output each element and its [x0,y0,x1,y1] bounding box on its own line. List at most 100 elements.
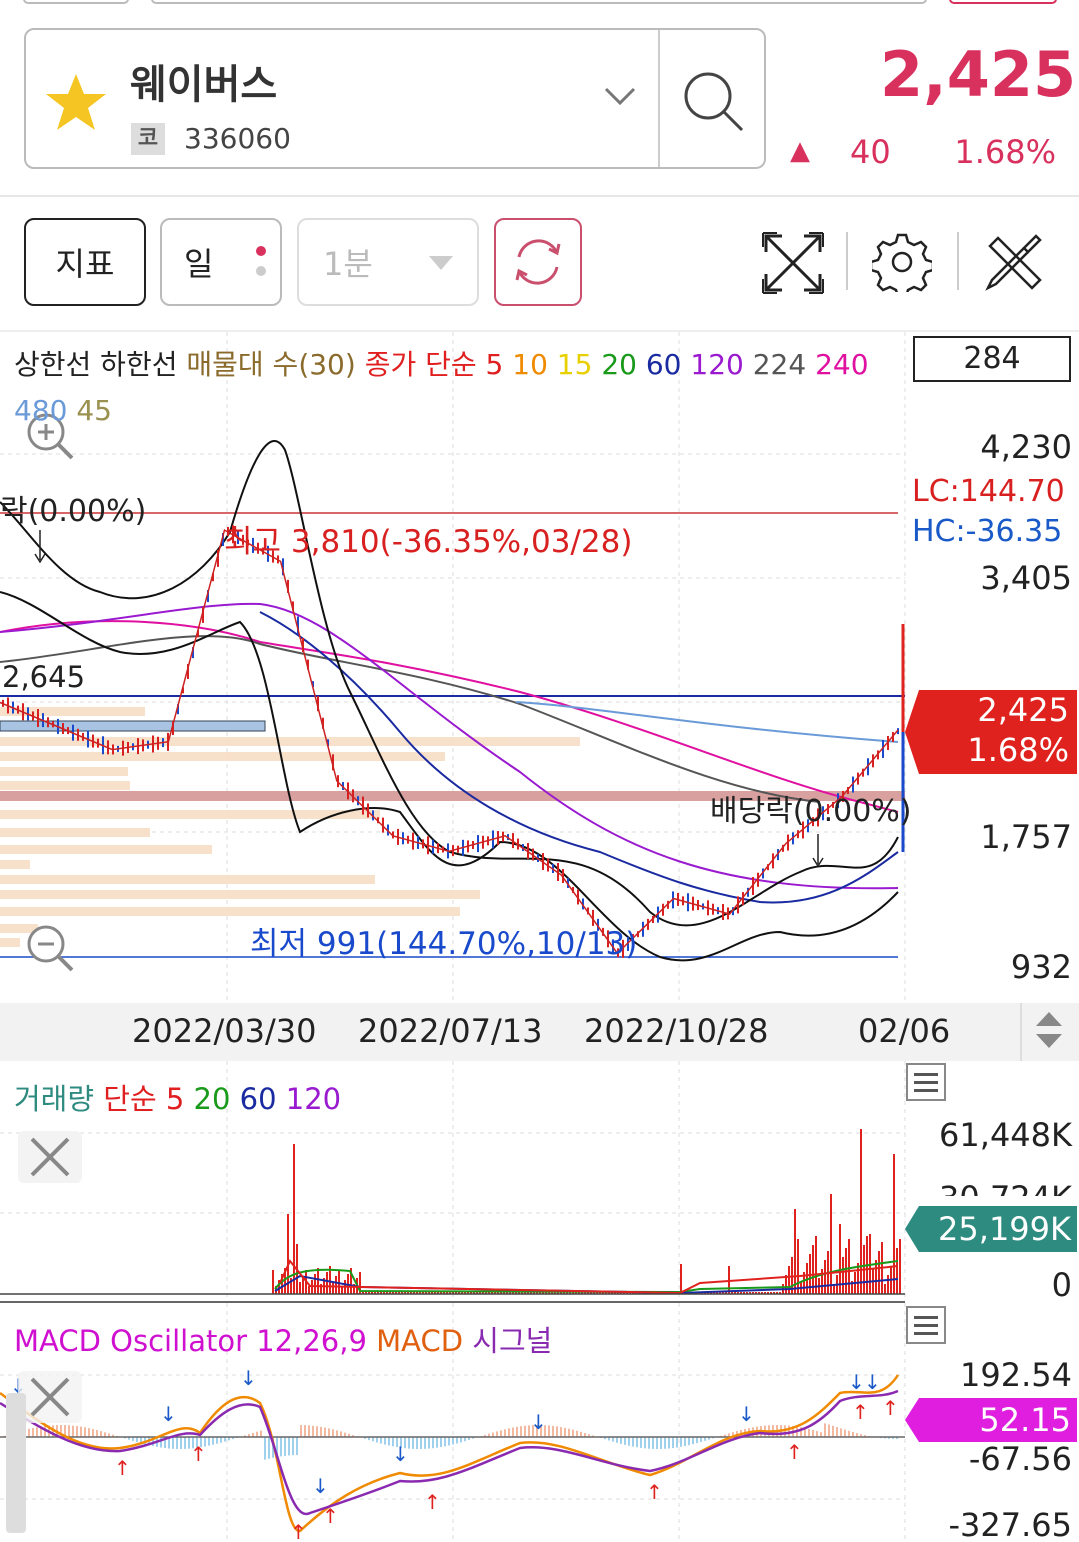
star-icon[interactable] [44,72,108,132]
date-label: 2022/07/13 [358,1012,543,1050]
oscillator-bar [304,1425,306,1437]
oscillator-bar [648,1437,650,1449]
tools-icon[interactable] [984,232,1044,292]
top-strip [23,0,1057,4]
date-label: 02/06 [858,1012,951,1050]
oscillator-bar [92,1429,94,1437]
gear-icon[interactable] [872,232,932,292]
legend-item: 10 [512,348,557,381]
volume-bar [335,1276,337,1294]
volume-bar [815,1236,817,1294]
period-button[interactable]: 일 [160,218,282,306]
lc-label: LC:144.70 [912,474,1065,509]
indicator-button[interactable]: 지표 [24,218,146,306]
svg-text:↑: ↑ [190,1442,207,1466]
oscillator-bar [44,1426,46,1437]
oscillator-bar [816,1431,818,1437]
oscillator-bar [420,1437,422,1449]
volume-bar [824,1260,826,1294]
volume-bar [680,1264,682,1294]
oscillator-bar [456,1437,458,1444]
bar-count-box[interactable]: 284 [913,336,1071,382]
volume-y-mid: 30,724K [938,1176,1072,1196]
ex-dividend-left-label: 락(0.00%) [0,494,147,529]
oscillator-bar [340,1431,342,1437]
date-label: 2022/03/30 [132,1012,317,1050]
oscillator-bar [160,1437,162,1448]
volume-legend[interactable]: 거래량 단순 5 20 60 120 [14,1076,341,1118]
oscillator-bar [316,1426,318,1437]
oscillator-bar [652,1437,654,1449]
volume-menu-icon[interactable] [906,1063,946,1101]
volume-bar [332,1282,334,1294]
triangle-down-icon [429,256,453,270]
volume-bar [899,1239,901,1294]
oscillator-bar [324,1427,326,1437]
oscillator-bar [636,1437,638,1448]
oscillator-bar [264,1437,266,1460]
oscillator-bar [176,1437,178,1449]
macd-legend-macd: MACD [376,1324,464,1358]
oscillator-bar [216,1437,218,1444]
oscillator-bar [72,1425,74,1437]
oscillator-bar [520,1426,522,1437]
minute-select[interactable]: 1분 [297,218,479,306]
macd-y-label: -327.65 [948,1506,1072,1542]
macd-legend[interactable]: MACD Oscillator 12,26,9 MACD 시그널 [14,1318,552,1360]
scrollbar[interactable] [6,1393,26,1533]
expand-icon[interactable] [760,230,826,296]
svg-text:↑: ↑ [852,1400,869,1424]
search-icon[interactable] [680,68,746,134]
oscillator-bar [384,1437,386,1445]
volume-badge: 25,199K [905,1206,1077,1252]
svg-text:↑: ↑ [114,1456,131,1480]
close-icon[interactable] [18,1371,82,1423]
oscillator-bar [312,1425,314,1437]
indicator-legend[interactable]: 상한선 하한선 매물대 수(30) 종가 단순 5 10 15 20 60 12… [14,342,894,434]
oscillator-bar [664,1437,666,1449]
oscillator-bar [300,1425,302,1437]
date-bar-divider [1020,1003,1022,1061]
oscillator-bar [692,1437,694,1445]
volume-legend-title: 거래량 [14,1082,95,1116]
svg-text:↓: ↓ [160,1402,177,1426]
oscillator-bar [292,1437,294,1456]
oscillator-bar [76,1426,78,1437]
legend-item: 45 [76,394,112,427]
zoom-out-icon[interactable] [27,925,74,972]
low-price-note: 최저 991(144.70%,10/13) [250,926,638,962]
ex-dividend-right-label: 배당락(0.00%) [710,794,912,829]
oscillator-bar [516,1426,518,1437]
oscillator-bar [256,1431,258,1437]
oscillator-bar [496,1431,498,1437]
oscillator-bar [808,1429,810,1437]
volume-ma-120: 120 [285,1082,342,1116]
legend-item: 120 [690,348,753,381]
chevron-down-icon[interactable] [603,85,637,107]
refresh-button[interactable] [494,218,582,306]
period-dot-icon [256,246,266,256]
oscillator-bar [184,1437,186,1449]
svg-text:↑: ↑ [646,1480,663,1504]
volume-ma-5: 5 [165,1082,185,1116]
macd-y-label: 192.54 [960,1356,1072,1394]
scroll-updown-icon[interactable] [1034,1010,1064,1050]
oscillator-bar [268,1437,270,1459]
oscillator-bar [840,1428,842,1437]
volume-bar [830,1194,832,1294]
oscillator-bar [848,1430,850,1437]
oscillator-bar [668,1437,670,1449]
macd-menu-icon[interactable] [906,1306,946,1344]
close-icon[interactable] [18,1131,82,1183]
oscillator-bar [512,1427,514,1437]
oscillator-bar [296,1437,298,1456]
oscillator-bar [380,1437,382,1444]
oscillator-bar [444,1437,446,1447]
oscillator-bar [660,1437,662,1449]
oscillator-bar [616,1437,618,1443]
volume-bar [842,1257,844,1294]
oscillator-bar [624,1437,626,1445]
volume-legend-simple: 단순 [103,1082,157,1116]
oscillator-bar [428,1437,430,1449]
oscillator-bar [388,1437,390,1446]
